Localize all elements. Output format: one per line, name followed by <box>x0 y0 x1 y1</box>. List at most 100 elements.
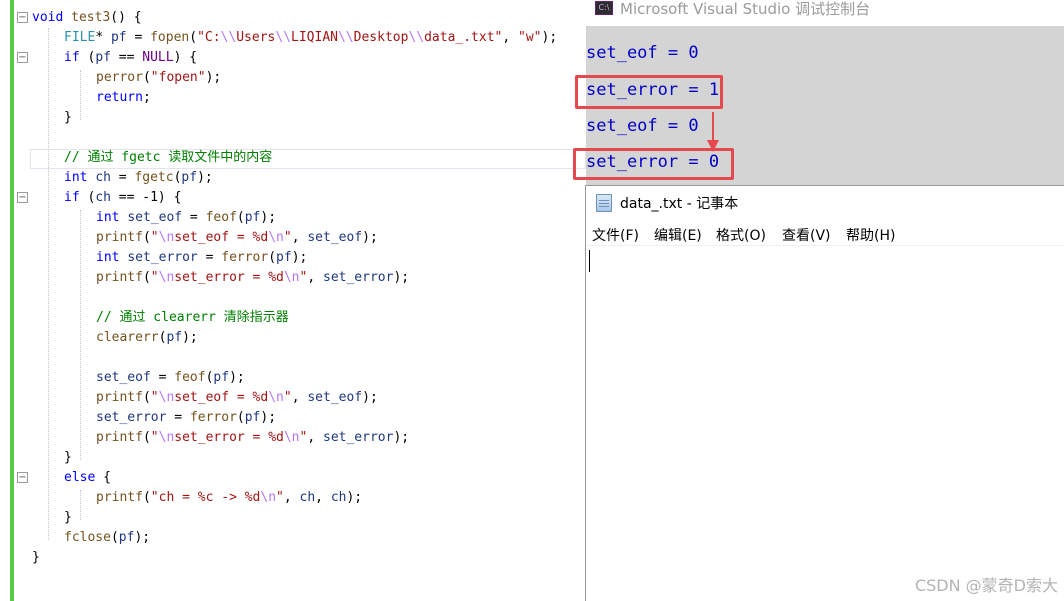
code-line: printf("\nset_error = %d\n", set_error); <box>96 428 409 448</box>
code-token: pf <box>110 30 127 45</box>
code-line: FILE* pf = fopen("C:\\Users\\LIQIAN\\Des… <box>64 28 557 48</box>
code-token: if <box>64 190 80 205</box>
menu-file[interactable]: 文件(F) <box>592 225 639 245</box>
menu-view[interactable]: 查看(V) <box>782 225 831 245</box>
code-token: = <box>110 170 135 185</box>
menu-help[interactable]: 帮助(H) <box>846 225 895 245</box>
code-token: ); <box>197 170 213 185</box>
code-token: "w" <box>518 30 542 45</box>
code-token: // 通过 fgetc 读取文件中的内容 <box>64 150 273 165</box>
code-token: * <box>95 30 111 45</box>
code-token: ); <box>346 490 363 505</box>
code-token: int <box>96 250 120 265</box>
code-token: \n <box>158 270 175 285</box>
code-token: " <box>150 390 159 405</box>
watermark: CSDN @蒙奇D索大 <box>914 576 1058 595</box>
code-line: int set_eof = feof(pf); <box>96 208 276 228</box>
code-token: \n <box>283 270 300 285</box>
code-token: } <box>64 110 72 125</box>
code-token: , <box>283 490 300 505</box>
code-token: "C: <box>197 30 221 45</box>
code-token: set_error <box>96 410 167 425</box>
fold-toggle-icon[interactable]: − <box>17 192 28 203</box>
code-token: set_eof = %d <box>174 230 269 245</box>
fold-toggle-icon[interactable]: − <box>17 12 28 23</box>
code-token: ); <box>393 270 410 285</box>
indent-guide <box>80 210 81 460</box>
code-line: perror("fopen"); <box>96 68 221 88</box>
code-token: if <box>64 50 80 65</box>
code-token: printf <box>96 490 143 505</box>
code-token: } <box>64 510 72 525</box>
notepad-text-area[interactable] <box>586 246 1064 601</box>
code-token: fopen <box>150 30 190 45</box>
code-token: set_eof <box>307 390 363 405</box>
code-token: \n <box>268 390 284 405</box>
code-line: } <box>32 548 40 568</box>
code-token: ch <box>299 490 316 505</box>
code-line: if (pf == NULL) { <box>64 48 197 68</box>
code-editor[interactable]: void test3() {FILE* pf = fopen("C:\\User… <box>0 0 586 601</box>
indent-guide <box>48 28 49 540</box>
code-token: Users <box>236 30 276 45</box>
code-line: int set_error = ferror(pf); <box>96 248 307 268</box>
code-token: test3 <box>71 10 111 25</box>
console-titlebar[interactable]: C:\ Microsoft Visual Studio 调试控制台 <box>586 0 1064 26</box>
notepad-icon <box>596 194 612 212</box>
down-arrow-icon <box>707 112 719 152</box>
code-token: ferror <box>221 250 269 265</box>
code-token: ch <box>330 490 347 505</box>
code-token: set_eof = %d <box>174 390 269 405</box>
code-token: ); <box>291 250 308 265</box>
code-token: void <box>32 10 64 25</box>
code-token: \\ <box>337 30 354 45</box>
code-line: int ch = fgetc(pf); <box>64 168 213 188</box>
code-token: set_eof <box>307 230 363 245</box>
code-token: , <box>315 490 331 505</box>
fold-toggle-icon[interactable]: − <box>17 472 28 483</box>
code-token: \n <box>158 390 175 405</box>
code-token: "ch = %c -> %d <box>150 490 261 505</box>
code-token: set_error = %d <box>174 430 284 445</box>
code-token: set_error <box>127 250 198 265</box>
code-token: { <box>95 470 111 485</box>
code-token: == <box>110 50 143 65</box>
code-token: set_error <box>323 430 394 445</box>
code-line: } <box>64 108 72 128</box>
code-token: , <box>307 430 323 445</box>
code-token: , <box>307 270 323 285</box>
code-token: () { <box>110 10 142 25</box>
code-token: printf <box>96 390 143 405</box>
code-token: ch <box>95 190 111 205</box>
code-token: ) { <box>173 50 198 65</box>
code-line: if (ch == -1) { <box>64 188 181 208</box>
fold-toggle-icon[interactable]: − <box>17 52 28 63</box>
code-token: == -1) { <box>110 190 182 205</box>
code-line: // 通过 clearerr 清除指示器 <box>96 308 289 328</box>
code-token: clearerr <box>96 330 159 345</box>
code-token: ); <box>205 70 222 85</box>
code-token: data_.txt" <box>424 30 503 45</box>
code-token: = <box>182 210 206 225</box>
code-token: set_eof <box>96 370 151 385</box>
code-token: ); <box>362 390 378 405</box>
code-token: fclose <box>64 530 111 545</box>
code-token: ( <box>142 430 151 445</box>
notepad-window[interactable]: data_.txt - 记事本 文件(F) 编辑(E) 格式(O) 查看(V) … <box>585 185 1064 601</box>
code-line: printf("\nset_eof = %d\n", set_eof); <box>96 388 378 408</box>
code-token: ); <box>182 330 198 345</box>
code-token: ( <box>142 230 151 245</box>
code-token: ; <box>142 90 151 105</box>
code-token: set_error <box>323 270 394 285</box>
code-token: ( <box>268 250 277 265</box>
code-token: = <box>197 250 222 265</box>
menu-format[interactable]: 格式(O) <box>716 225 766 245</box>
text-caret <box>589 250 590 272</box>
code-token: \n <box>158 430 175 445</box>
menu-edit[interactable]: 编辑(E) <box>654 225 702 245</box>
code-line: set_error = ferror(pf); <box>96 408 276 428</box>
code-token: ); <box>393 430 410 445</box>
code-token: ( <box>236 410 245 425</box>
code-token: else <box>64 470 96 485</box>
